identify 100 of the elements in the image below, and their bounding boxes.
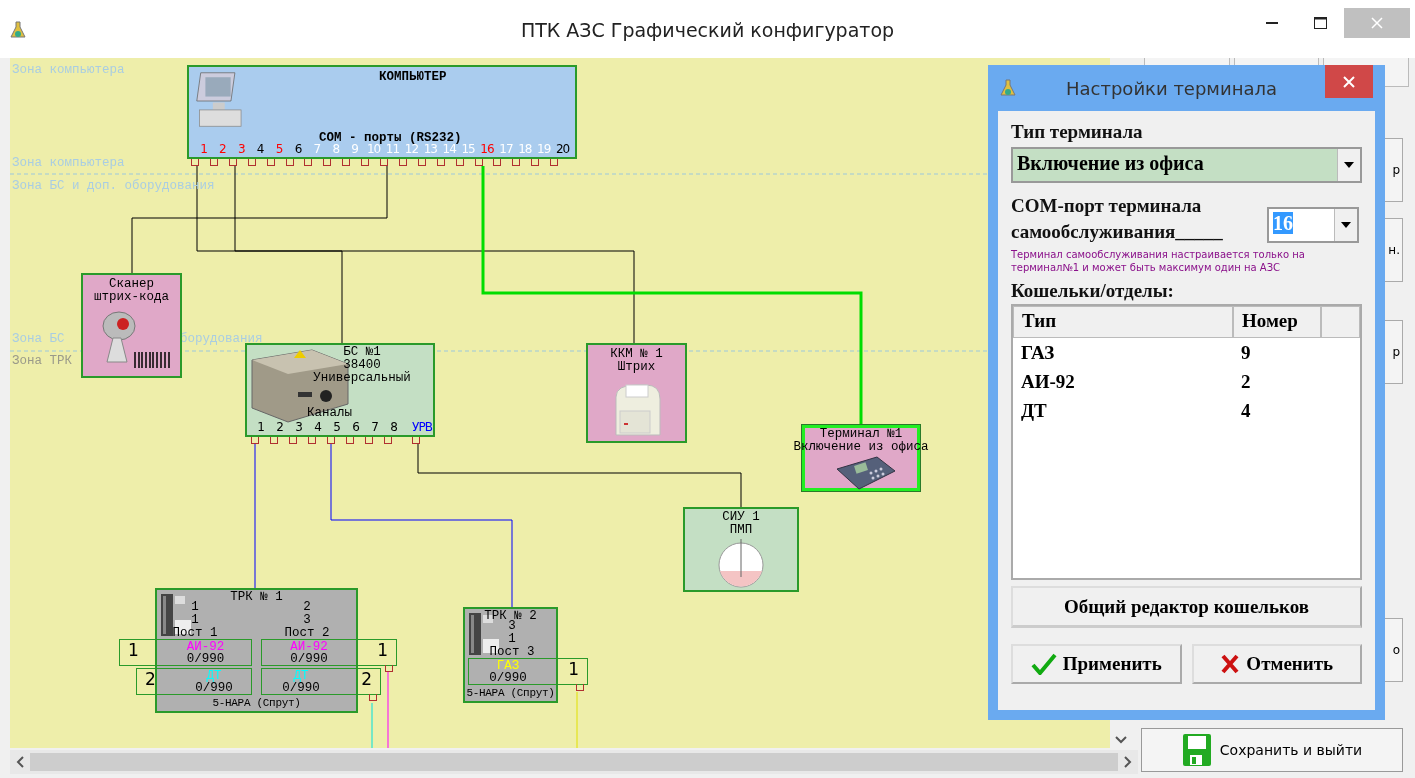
channel-number: 5 bbox=[332, 421, 341, 434]
port-connector[interactable] bbox=[412, 437, 420, 444]
nozzle-box[interactable]: ДТ 0/990 2 bbox=[261, 668, 381, 695]
port-connector[interactable] bbox=[266, 159, 275, 166]
table-cell-text: 9 bbox=[1240, 341, 1252, 364]
fuel-label: ДТ bbox=[293, 669, 309, 682]
nozzle-number: 1 bbox=[568, 663, 579, 675]
volume-label: 0/990 bbox=[290, 652, 328, 665]
controller-node[interactable]: БС №1 38400 Универсальный Каналы 1 2 3 4 5 6 7 8 УРВ bbox=[245, 343, 435, 437]
maximize-icon bbox=[1313, 17, 1327, 29]
nozzle-box[interactable]: ГАЗ 0/990 1 bbox=[468, 658, 588, 685]
channel-number: 8 bbox=[389, 421, 398, 434]
flask-icon bbox=[998, 78, 1018, 98]
field-label: Тип терминала bbox=[1011, 120, 1144, 144]
port-number: 8 bbox=[331, 143, 341, 156]
zone-label: Зона БС bbox=[12, 333, 65, 346]
computer-node[interactable]: КОМПЬЮТЕР COM - порты (RS232) 1 2 3 4 5 6 7 8 9 10 11 12 13 14 15 16 17 18 19 20 bbox=[187, 65, 577, 159]
port-connector[interactable] bbox=[455, 159, 464, 166]
port-number: 16 bbox=[479, 143, 495, 156]
port-number: 13 bbox=[423, 143, 437, 156]
port-number: 17 bbox=[498, 143, 514, 156]
port-connector[interactable] bbox=[384, 437, 392, 444]
port-connector[interactable] bbox=[289, 437, 297, 444]
port-connector[interactable] bbox=[398, 159, 407, 166]
volume-label: 0/990 bbox=[186, 652, 225, 665]
port-connector[interactable] bbox=[474, 159, 483, 166]
port-connector[interactable] bbox=[365, 437, 373, 444]
fuel-label: АИ-92 bbox=[186, 640, 225, 653]
port-connector[interactable] bbox=[550, 159, 559, 166]
fuel-label: ДТ bbox=[206, 669, 222, 682]
apply-button[interactable]: Применить bbox=[1011, 644, 1182, 684]
node-label: БС №1 bbox=[342, 346, 382, 359]
nozzle-number: 1 bbox=[128, 644, 139, 656]
port-number: 1 bbox=[199, 143, 208, 156]
save-and-exit-button[interactable]: Сохранить и выйти bbox=[1141, 728, 1403, 772]
port-connector[interactable] bbox=[576, 684, 584, 691]
scanner-node[interactable]: Сканер штрих-кода bbox=[81, 273, 182, 378]
nozzle-box[interactable]: АИ-92 0/990 1 bbox=[261, 639, 397, 666]
wire bbox=[371, 702, 373, 748]
port-connector[interactable] bbox=[270, 437, 278, 444]
port-connector[interactable] bbox=[209, 159, 218, 166]
port-number: 10 bbox=[366, 143, 381, 156]
port-number: 18 bbox=[517, 143, 533, 156]
port-connector[interactable] bbox=[308, 437, 316, 444]
port-number: 12 bbox=[403, 143, 419, 156]
port-connector[interactable] bbox=[436, 159, 445, 166]
post-label: Пост 3 bbox=[488, 646, 536, 659]
port-connector[interactable] bbox=[228, 159, 237, 166]
table-cell-text: ГАЗ bbox=[1020, 341, 1056, 364]
cancel-button[interactable]: Отменить bbox=[1191, 644, 1362, 684]
port-connector[interactable] bbox=[342, 159, 351, 166]
port-connector[interactable] bbox=[285, 159, 294, 166]
close-button[interactable] bbox=[1325, 65, 1373, 98]
port-connector[interactable] bbox=[191, 159, 199, 166]
node-label: Штрих bbox=[616, 361, 657, 374]
post-label: Пост 2 bbox=[283, 627, 331, 640]
node-label: Универсальный bbox=[312, 372, 412, 385]
scrollbar-thumb[interactable] bbox=[30, 753, 1118, 771]
post-number: 1 bbox=[190, 614, 200, 627]
column-header[interactable]: Тип bbox=[1013, 306, 1233, 338]
port-connector[interactable] bbox=[327, 437, 335, 444]
column-header[interactable]: Номер bbox=[1233, 306, 1321, 338]
flask-icon bbox=[8, 20, 28, 40]
port-connector[interactable] bbox=[251, 437, 259, 444]
port-connector[interactable] bbox=[346, 437, 354, 444]
port-connector[interactable] bbox=[369, 694, 377, 701]
cash-register-node[interactable]: ККМ № 1 Штрих bbox=[586, 343, 687, 443]
level-gauge-node[interactable]: СИУ 1 ПМП bbox=[683, 507, 799, 592]
port-connector[interactable] bbox=[380, 159, 388, 166]
port-connector[interactable] bbox=[304, 159, 313, 166]
nozzle-box[interactable]: 2 ДТ 0/990 bbox=[136, 668, 252, 695]
port-connector[interactable] bbox=[385, 665, 393, 672]
port-connector[interactable] bbox=[512, 159, 521, 166]
field-label: самообслуживания_____ bbox=[1011, 220, 1224, 244]
wallet-editor-button[interactable]: Общий редактор кошельков bbox=[1011, 586, 1362, 628]
node-label: ККМ № 1 bbox=[609, 348, 664, 361]
port-number: 2 bbox=[218, 143, 227, 156]
channel-number: УРВ bbox=[411, 421, 433, 434]
terminal-type-dropdown[interactable]: Включение из офиса bbox=[1011, 147, 1362, 183]
horizontal-scrollbar[interactable] bbox=[10, 750, 1138, 774]
port-connector[interactable] bbox=[361, 159, 370, 166]
zone-label: Зона компьютера bbox=[12, 64, 125, 77]
node-label: штрих-кода bbox=[94, 291, 169, 304]
window-title: ПТК АЗС Графический конфигуратор bbox=[520, 19, 895, 41]
wire bbox=[576, 691, 578, 748]
channel-number: 6 bbox=[351, 421, 360, 434]
nozzle-box[interactable]: 1 АИ-92 0/990 bbox=[119, 639, 252, 666]
channel-number: 7 bbox=[370, 421, 379, 434]
table-cell-text: 2 bbox=[1240, 370, 1252, 393]
port-connector[interactable] bbox=[247, 159, 256, 166]
port-connector[interactable] bbox=[493, 159, 502, 166]
port-connector[interactable] bbox=[417, 159, 426, 166]
nozzle-number: 2 bbox=[361, 673, 372, 685]
zone-label: Зона ТРК bbox=[12, 355, 72, 368]
port-connector[interactable] bbox=[531, 159, 540, 166]
dispenser-model: 5-НАРА (Спрут) bbox=[211, 697, 302, 710]
table-cell-text: АИ-92 bbox=[1020, 370, 1076, 393]
close-icon bbox=[1343, 75, 1355, 88]
volume-label: 0/990 bbox=[195, 681, 233, 694]
port-connector[interactable] bbox=[323, 159, 332, 166]
